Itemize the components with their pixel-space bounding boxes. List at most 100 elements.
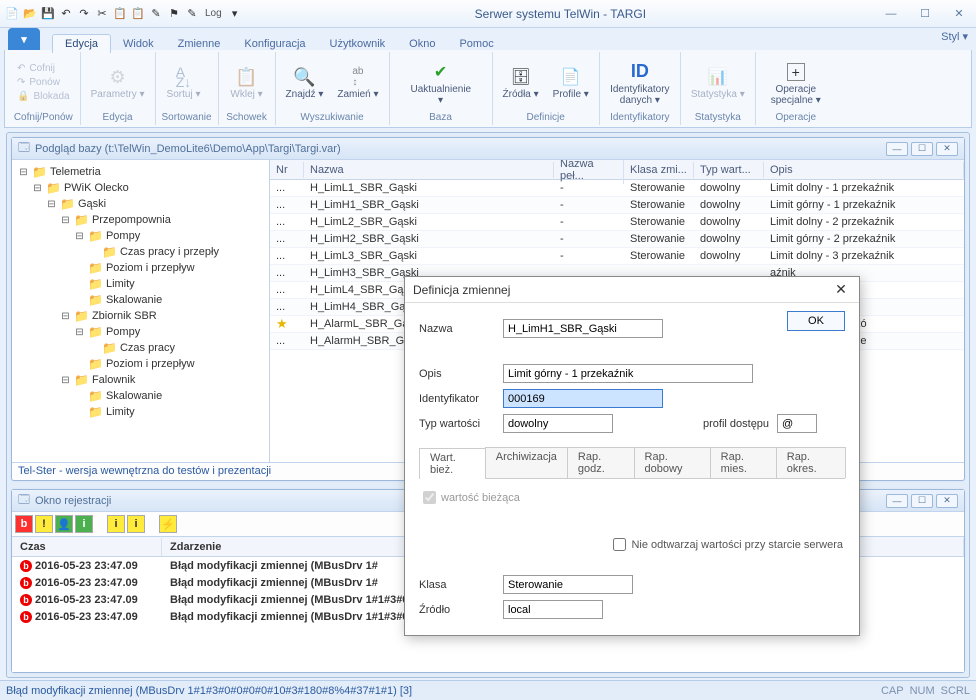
ribbon-statystyka[interactable]: 📊Statystyka ▾ [687, 63, 749, 102]
tree-node[interactable]: ⊟📁Telemetria [14, 164, 267, 180]
ribbon-znajdź[interactable]: 🔍Znajdź ▾ [282, 63, 328, 102]
tree-node[interactable]: 📁Limity [14, 404, 267, 420]
input-profil[interactable] [777, 414, 817, 433]
log-col-time[interactable]: Czas [12, 538, 162, 556]
tab-widok[interactable]: Widok [111, 35, 166, 53]
tree-node[interactable]: ⊟📁Pompy [14, 228, 267, 244]
log-info3-filter[interactable]: i [127, 515, 145, 533]
qat-dropdown-icon[interactable]: ▾ [227, 6, 243, 22]
dialog-tab-1[interactable]: Archiwizacja [485, 447, 568, 478]
ribbon-wklej[interactable]: 📋Wklej ▾ [225, 63, 269, 102]
ribbon-ponów[interactable]: ↷Ponów [13, 76, 74, 89]
save-icon[interactable]: 💾 [40, 6, 56, 22]
redo-icon[interactable]: ↷ [76, 6, 92, 22]
checkbox-wartosc-biezaca[interactable]: wartość bieżąca [423, 491, 841, 504]
log-max-button[interactable]: ☐ [911, 494, 933, 508]
log-warn-filter[interactable]: ! [35, 515, 53, 533]
tab-okno[interactable]: Okno [397, 35, 447, 53]
log-info-filter[interactable]: i [75, 515, 93, 533]
checkbox-nr-input[interactable] [613, 538, 626, 551]
close-button[interactable]: ✕ [946, 5, 972, 23]
copy-icon[interactable]: 📋 [112, 6, 128, 22]
log-info2-filter[interactable]: i [107, 515, 125, 533]
dialog-tab-4[interactable]: Rap. mies. [710, 447, 777, 478]
input-opis[interactable] [503, 364, 753, 383]
log-bolt-filter[interactable]: ⚡ [159, 515, 177, 533]
tab-użytkownik[interactable]: Użytkownik [318, 35, 398, 53]
dialog-tab-0[interactable]: Wart. bież. [419, 448, 486, 479]
input-nazwa[interactable] [503, 319, 663, 338]
log-button[interactable]: Log [202, 6, 225, 22]
tree-node[interactable]: 📁Czas pracy [14, 340, 267, 356]
col-klasa[interactable]: Klasa zmi... [624, 162, 694, 178]
tree-node[interactable]: ⊟📁Zbiornik SBR [14, 308, 267, 324]
maximize-button[interactable]: ☐ [912, 5, 938, 23]
app-menu-button[interactable]: ▾ [8, 28, 40, 50]
input-zrodlo[interactable] [503, 600, 603, 619]
dialog-tab-3[interactable]: Rap. dobowy [634, 447, 711, 478]
dialog-tab-2[interactable]: Rap. godz. [567, 447, 635, 478]
tree-node[interactable]: 📁Czas pracy i przepły [14, 244, 267, 260]
tree-node[interactable]: ⊟📁Przepompownia [14, 212, 267, 228]
tree-node[interactable]: 📁Skalowanie [14, 388, 267, 404]
tab-zmienne[interactable]: Zmienne [166, 35, 233, 53]
ribbon-profile[interactable]: 📄Profile ▾ [549, 63, 593, 102]
checkbox-no-restore[interactable]: Nie odtwarzaj wartości przy starcie serw… [421, 538, 843, 551]
db-min-button[interactable]: — [886, 142, 908, 156]
log-error-filter[interactable]: b [15, 515, 33, 533]
minimize-button[interactable]: — [878, 5, 904, 23]
db-close-button[interactable]: ✕ [936, 142, 958, 156]
col-opis[interactable]: Opis [764, 162, 964, 178]
table-row[interactable]: ...H_LimL2_SBR_Gąski-SterowaniedowolnyLi… [270, 214, 964, 231]
tab-edycja[interactable]: Edycja [52, 34, 111, 53]
ribbon-parametry[interactable]: ⚙Parametry ▾ [87, 63, 149, 102]
new-icon[interactable]: 📄 [4, 6, 20, 22]
db-window-titlebar[interactable]: 🗔 Podgląd bazy (t:\TelWin_DemoLite6\Demo… [12, 138, 964, 160]
table-row[interactable]: ...H_LimH2_SBR_Gąski-SterowaniedowolnyLi… [270, 231, 964, 248]
cut-icon[interactable]: ✂ [94, 6, 110, 22]
tree-panel[interactable]: ⊟📁Telemetria⊟📁PWiK Olecko⊟📁Gąski⊟📁Przepo… [12, 160, 270, 462]
dialog-tab-5[interactable]: Rap. okres. [776, 447, 846, 478]
ribbon-sortuj[interactable]: AZ↓Sortuj ▾ [162, 63, 206, 102]
table-row[interactable]: ...H_LimL1_SBR_Gąski-SterowaniedowolnyLi… [270, 180, 964, 197]
open-icon[interactable]: 📂 [22, 6, 38, 22]
col-nr[interactable]: Nr [270, 162, 304, 178]
tree-node[interactable]: ⊟📁Gąski [14, 196, 267, 212]
dialog-titlebar[interactable]: Definicja zmiennej ✕ [405, 277, 859, 303]
wand-icon[interactable]: ✎ [148, 6, 164, 22]
col-typ[interactable]: Typ wart... [694, 162, 764, 178]
ribbon-cofnij[interactable]: ↶Cofnij [13, 62, 74, 75]
table-row[interactable]: ...H_LimH1_SBR_Gąski-SterowaniedowolnyLi… [270, 197, 964, 214]
tab-pomoc[interactable]: Pomoc [447, 35, 505, 53]
ribbon-źródła[interactable]: 🗄Źródła ▾ [499, 63, 543, 102]
table-row[interactable]: ...H_LimL3_SBR_Gąski-SterowaniedowolnyLi… [270, 248, 964, 265]
flag-icon[interactable]: ⚑ [166, 6, 182, 22]
tree-node[interactable]: ⊟📁PWiK Olecko [14, 180, 267, 196]
db-max-button[interactable]: ☐ [911, 142, 933, 156]
tab-konfiguracja[interactable]: Konfiguracja [232, 35, 317, 53]
ribbon-zamień[interactable]: ab↕Zamień ▾ [333, 63, 382, 102]
input-typ[interactable] [503, 414, 613, 433]
dialog-close-button[interactable]: ✕ [831, 281, 851, 298]
tree-node[interactable]: 📁Skalowanie [14, 292, 267, 308]
tree-node[interactable]: 📁Limity [14, 276, 267, 292]
paste-icon[interactable]: 📋 [130, 6, 146, 22]
ribbon-uaktualnienie[interactable]: ✔Uaktualnienie ▾ [396, 58, 486, 108]
tree-node[interactable]: 📁Poziom i przepływ [14, 260, 267, 276]
ribbon-identyfikatory-danych[interactable]: IDIdentyfikatory danych ▾ [606, 58, 674, 108]
style-dropdown[interactable]: Styl ▾ [941, 30, 968, 43]
ok-button[interactable]: OK [787, 311, 845, 331]
log-min-button[interactable]: — [886, 494, 908, 508]
ribbon-operacje-specjalne[interactable]: +Operacje specjalne ▾ [762, 58, 830, 108]
log-close-button[interactable]: ✕ [936, 494, 958, 508]
tree-node[interactable]: ⊟📁Falownik [14, 372, 267, 388]
col-nazwa[interactable]: Nazwa [304, 162, 554, 178]
tree-node[interactable]: ⊟📁Pompy [14, 324, 267, 340]
edit-icon[interactable]: ✎ [184, 6, 200, 22]
input-klasa[interactable] [503, 575, 633, 594]
ribbon-blokada[interactable]: 🔒Blokada [13, 90, 74, 103]
undo-icon[interactable]: ↶ [58, 6, 74, 22]
log-user-filter[interactable]: 👤 [55, 515, 73, 533]
input-identyfikator[interactable] [503, 389, 663, 408]
tree-node[interactable]: 📁Poziom i przepływ [14, 356, 267, 372]
